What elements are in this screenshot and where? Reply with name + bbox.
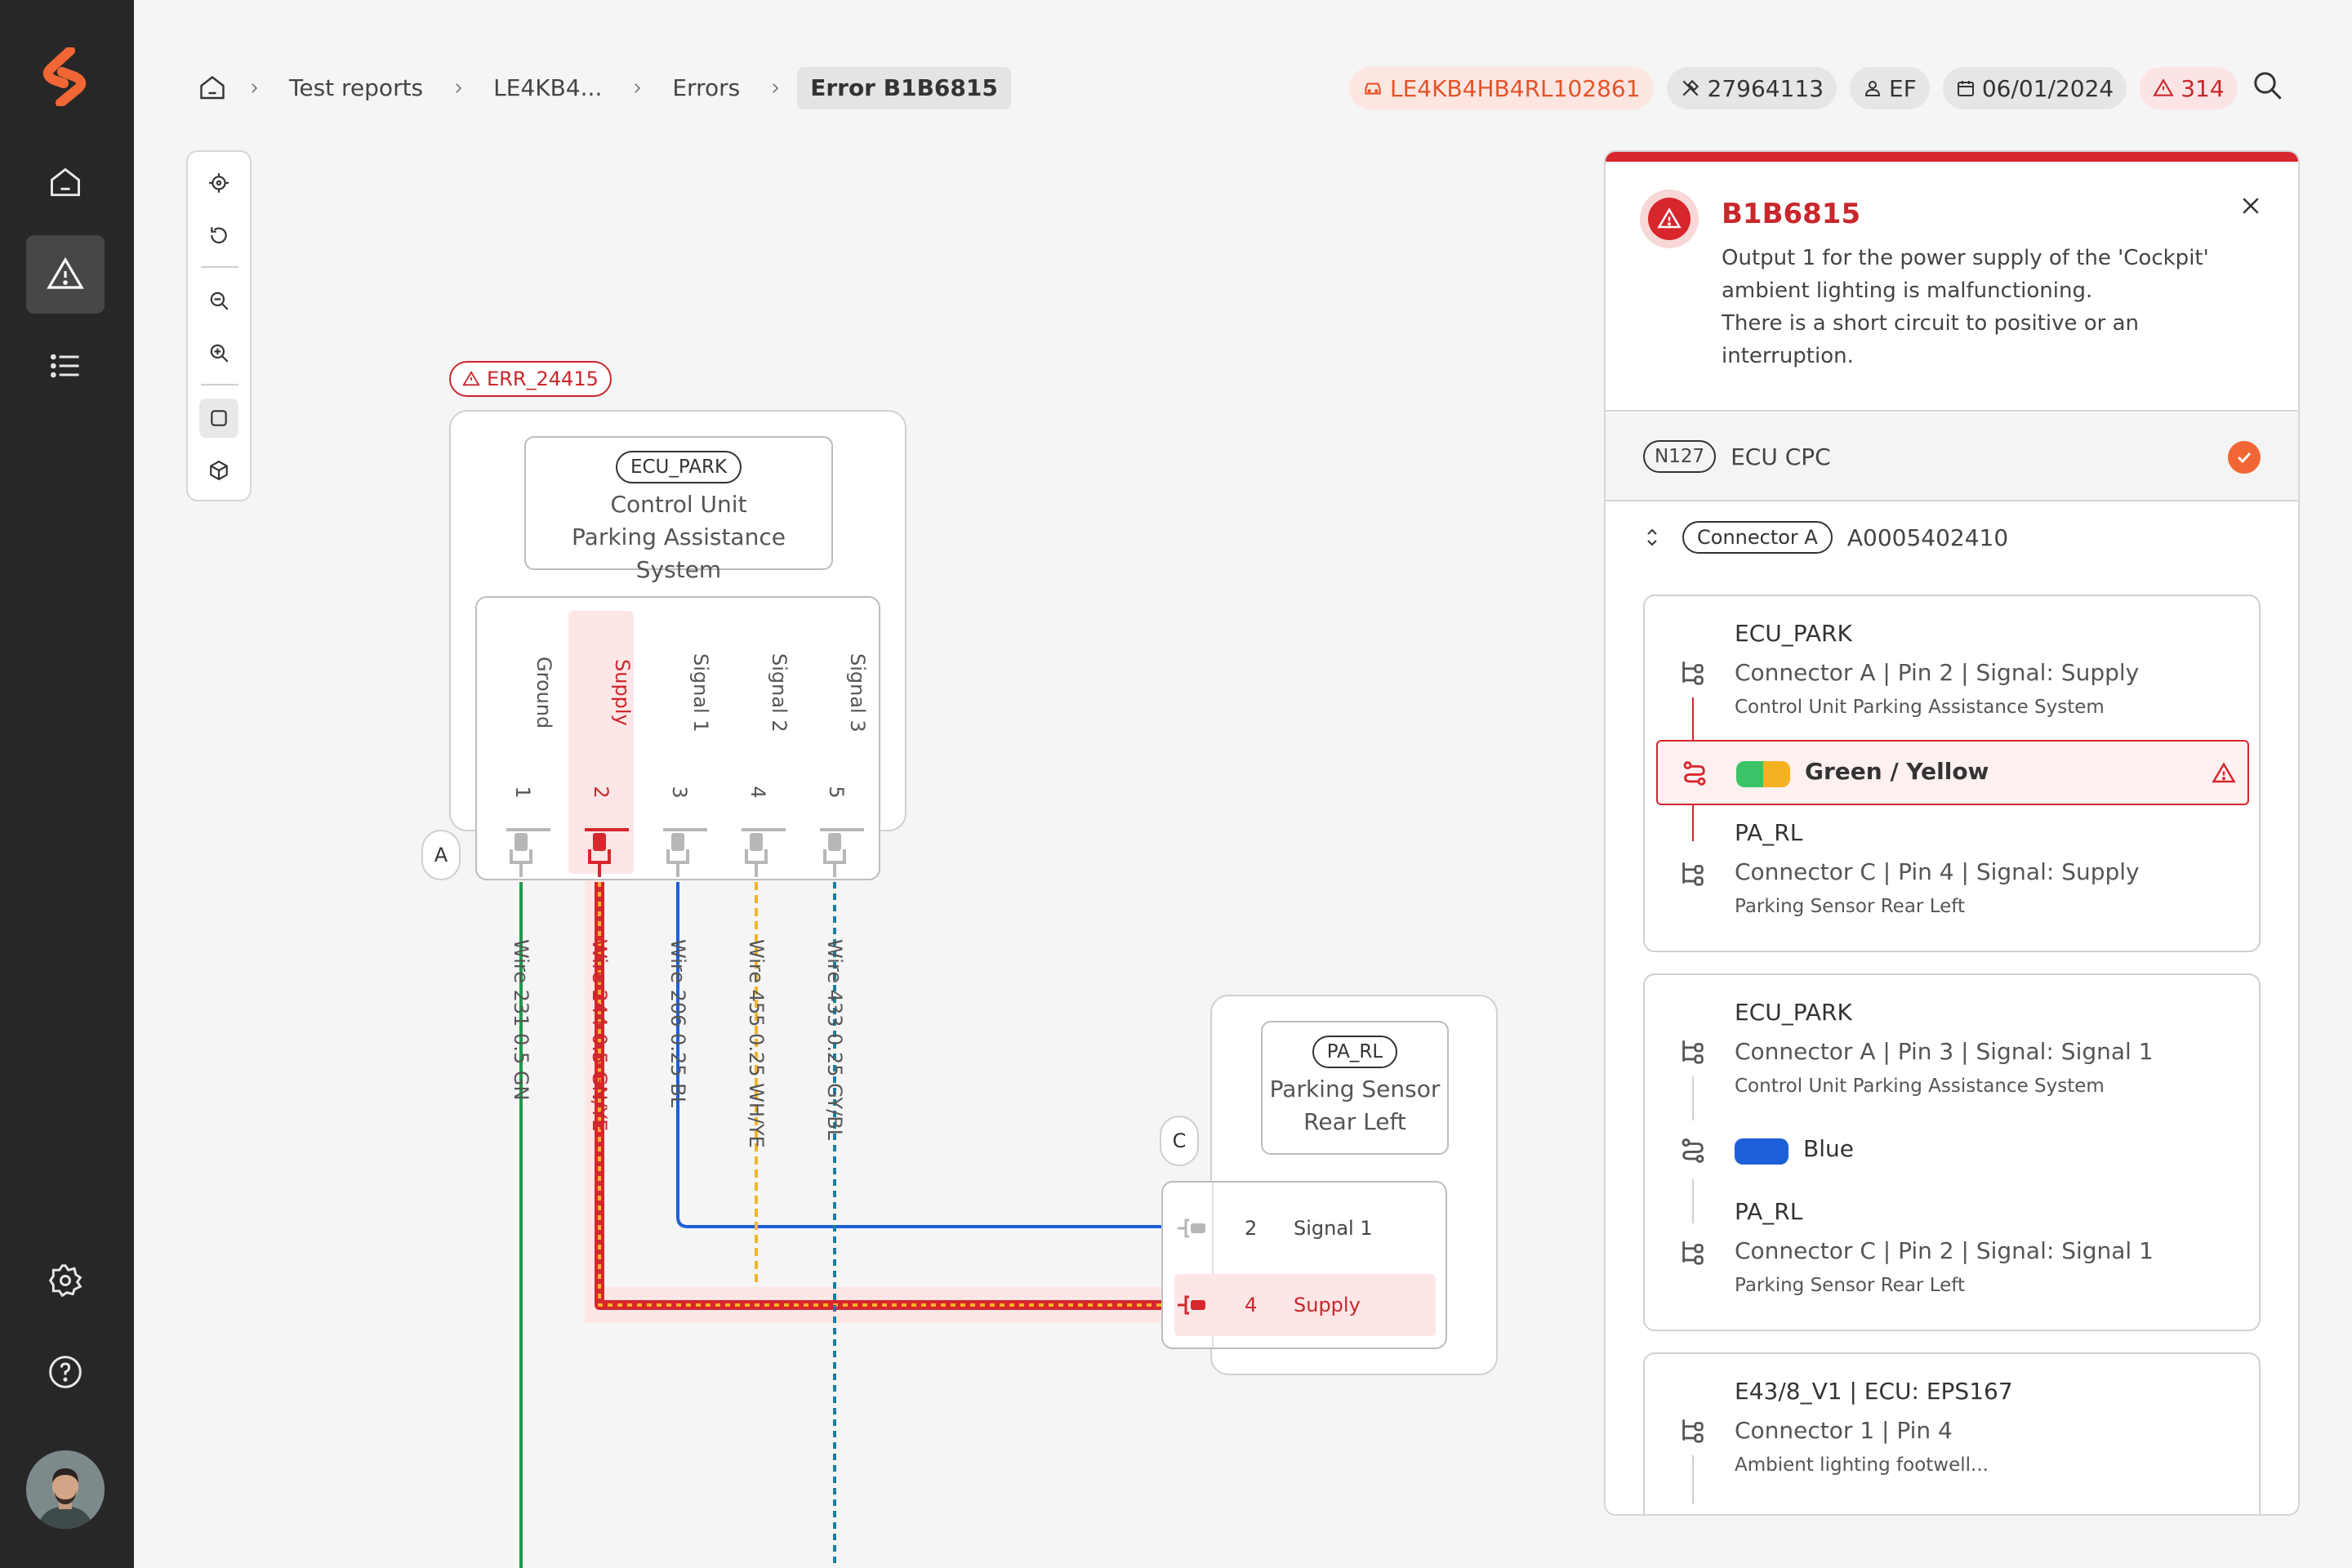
warning-icon: [1657, 207, 1682, 229]
panel-header: B1B6815 Output 1 for the power supply of…: [1606, 162, 2298, 412]
wire-color-swatch: [1736, 761, 1790, 787]
wire-label: Wire 455 0.25 WH/YE: [745, 939, 768, 1148]
panel-accent-bar: [1606, 152, 2298, 162]
warning-icon: [462, 370, 480, 386]
connection-icon: [1682, 862, 1704, 886]
close-icon: [2243, 198, 2259, 214]
pin-plug-icon: [1178, 1295, 1205, 1315]
sensor-code: PA_RL: [1312, 1036, 1398, 1068]
route-icon: [1682, 1138, 1704, 1163]
connection-icon: [1682, 1040, 1704, 1064]
ecu-row[interactable]: N127 ECU CPC: [1606, 413, 2298, 501]
connector-row[interactable]: Connector A A0005402410: [1643, 514, 2008, 560]
connector-label-a[interactable]: A: [421, 830, 461, 880]
from-description: Control Unit Parking Assistance System: [1735, 697, 2105, 718]
from-detail: Connector A | Pin 2 | Signal: Supply: [1735, 659, 2140, 686]
to-name: PA_RL: [1735, 1198, 1803, 1225]
pin-number: 2: [590, 786, 612, 799]
connection-icon: [1682, 1419, 1704, 1443]
connector-badge: Connector A: [1682, 521, 1833, 554]
ecu-badge: N127: [1643, 440, 1717, 473]
to-description: Parking Sensor Rear Left: [1735, 1275, 1965, 1296]
error-description-line2: There is a short circuit to positive or …: [1722, 311, 2140, 368]
wire-label: Wire 433 0.25 GY/BL: [823, 939, 846, 1141]
wire-label: Wire 231 0.5 GN: [510, 939, 532, 1101]
connector-label-c[interactable]: C: [1160, 1116, 1199, 1166]
pin-label: Supply: [1294, 1294, 1361, 1316]
sensor-pin-2[interactable]: 2 Signal 1: [1174, 1197, 1436, 1259]
error-detail-panel: B1B6815 Output 1 for the power supply of…: [1604, 150, 2300, 1516]
pin-number: 3: [668, 786, 691, 799]
connector-part-number: A0005402410: [1846, 523, 2009, 551]
to-detail: Connector C | Pin 4 | Signal: Supply: [1735, 858, 2140, 885]
pin-number: 4: [1245, 1294, 1258, 1316]
pin-plugs: [506, 828, 864, 877]
wire-row[interactable]: Blue: [1656, 1119, 2249, 1184]
wire-color-name: Blue: [1803, 1135, 1854, 1162]
to-name: PA_RL: [1735, 819, 1803, 846]
pin-label: Supply: [611, 659, 634, 726]
connection-icon: [1682, 662, 1704, 685]
route-icon: [1683, 761, 1706, 786]
warning-icon: [2212, 762, 2236, 783]
sensor-connector-c[interactable]: 2 Signal 1 4 Supply: [1161, 1181, 1447, 1349]
from-name: ECU_PARK: [1735, 620, 1852, 647]
pin-number: 5: [825, 786, 848, 799]
pin-label: Ground: [532, 656, 555, 729]
wire-color-name: Green / Yellow: [1805, 758, 1989, 785]
from-detail: Connector A | Pin 3 | Signal: Signal 1: [1735, 1038, 2154, 1065]
sensor-line2: Rear Left: [1303, 1108, 1406, 1135]
close-button[interactable]: [2234, 189, 2267, 222]
sensor-label-box: PA_RL Parking Sensor Rear Left: [1261, 1021, 1449, 1155]
expand-icon: [1647, 528, 1657, 546]
from-name: ECU_PARK: [1735, 999, 1852, 1026]
pin-label: Signal 1: [689, 653, 712, 733]
pin-label: Signal 2: [768, 653, 791, 733]
from-description: Ambient lighting footwell...: [1735, 1454, 1989, 1476]
ecu-line1: Control Unit: [610, 491, 747, 518]
from-detail: Connector 1 | Pin 4: [1735, 1417, 1953, 1444]
from-description: Control Unit Parking Assistance System: [1735, 1076, 2105, 1097]
wire-color-swatch: [1735, 1138, 1788, 1165]
error-code: B1B6815: [1722, 198, 1861, 230]
pin-plug-icon: [1178, 1218, 1205, 1238]
sensor-line1: Parking Sensor: [1269, 1076, 1441, 1102]
wire-label: Wire 206 0.25 BL: [666, 939, 689, 1107]
check-icon: [2228, 441, 2261, 474]
to-description: Parking Sensor Rear Left: [1735, 896, 1965, 917]
ecu-code: ECU_PARK: [615, 451, 742, 483]
pin-label: Signal 1: [1294, 1217, 1373, 1240]
from-name: E43/8_V1 | ECU: EPS167: [1735, 1378, 2013, 1405]
pin-label: Signal 3: [846, 653, 869, 733]
ecu-name: ECU CPC: [1731, 443, 1831, 470]
connection-card[interactable]: ECU_PARK Connector A | Pin 3 | Signal: S…: [1643, 973, 2261, 1331]
error-description-line1: Output 1 for the power supply of the 'Co…: [1722, 246, 2209, 303]
error-tag[interactable]: ERR_24415: [449, 361, 612, 397]
pin-number: 4: [746, 786, 769, 799]
pin-number: 2: [1245, 1217, 1258, 1240]
ecu-line2: Parking Assistance System: [572, 523, 786, 583]
connection-icon: [1682, 1241, 1704, 1265]
pin-number: 1: [511, 786, 534, 799]
wire-label: Wire 244 0.5 GN/YE: [588, 939, 611, 1132]
ecu-label-box: ECU_PARK Control Unit Parking Assistance…: [524, 436, 833, 583]
connection-card[interactable]: E43/8_V1 | ECU: EPS167 Connector 1 | Pin…: [1643, 1352, 2261, 1514]
connection-card[interactable]: ECU_PARK Connector A | Pin 2 | Signal: S…: [1643, 595, 2261, 952]
sensor-pin-4[interactable]: 4 Supply: [1174, 1274, 1436, 1336]
to-detail: Connector C | Pin 2 | Signal: Signal 1: [1735, 1237, 2154, 1264]
wire-row-faulty[interactable]: Green / Yellow: [1656, 740, 2249, 805]
error-description: Output 1 for the power supply of the 'Co…: [1722, 242, 2228, 372]
error-badge: [1640, 189, 1699, 248]
error-tag-text: ERR_24415: [487, 368, 599, 390]
